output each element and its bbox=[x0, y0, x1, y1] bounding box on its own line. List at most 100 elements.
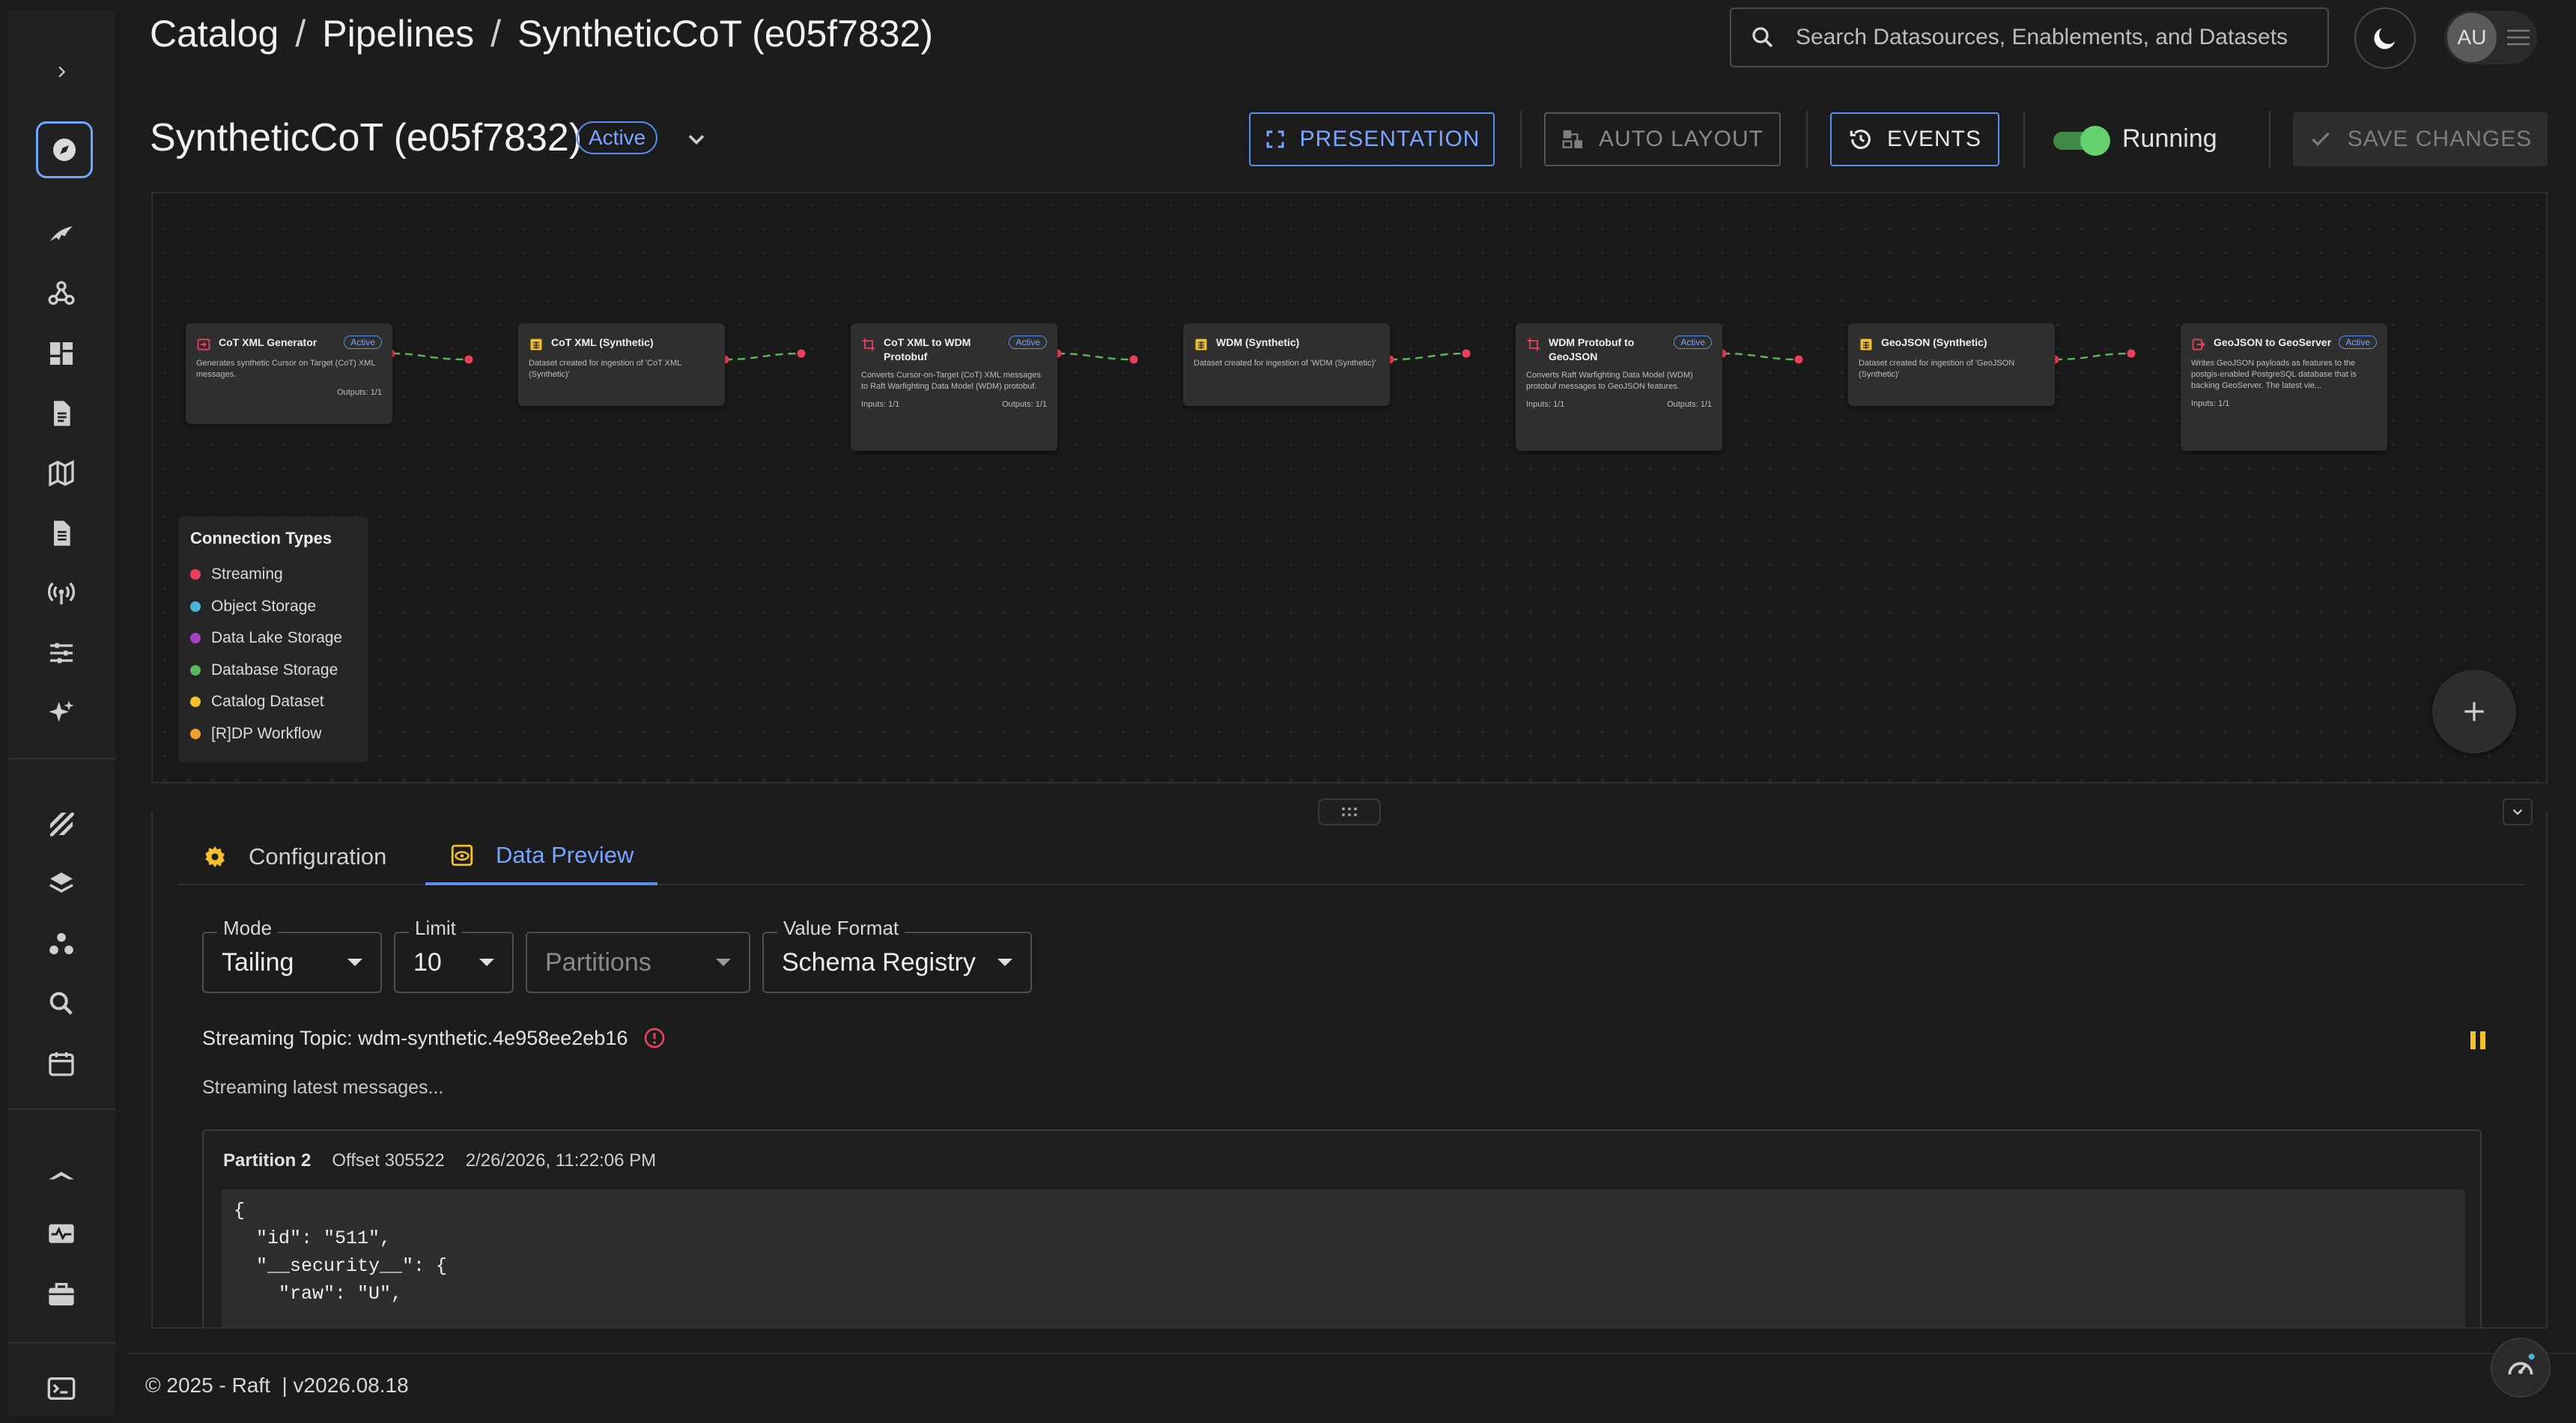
node-title: CoT XML (Synthetic) bbox=[551, 336, 654, 348]
value-format-select[interactable]: Value Format Schema Registry bbox=[762, 917, 1032, 993]
edge-streaming bbox=[1389, 352, 1465, 361]
running-toggle[interactable] bbox=[2053, 126, 2110, 156]
sidebar-item-monitoring[interactable] bbox=[40, 1213, 82, 1255]
fullscreen-icon bbox=[1266, 130, 1284, 148]
pipeline-node[interactable]: WDM Protobuf to GeoJSON Active Converts … bbox=[1516, 324, 1722, 451]
sidebar-item-wing[interactable] bbox=[40, 213, 82, 255]
node-header: CoT XML Generator Active bbox=[196, 336, 382, 352]
legend-title: Connection Types bbox=[190, 529, 332, 547]
add-node-button[interactable] bbox=[2432, 670, 2516, 753]
pipeline-node[interactable]: CoT XML to WDM Protobuf Active Converts … bbox=[851, 324, 1057, 451]
node-title: WDM (Synthetic) bbox=[1216, 336, 1300, 348]
sidebar-item-tent[interactable] bbox=[40, 1153, 82, 1195]
sidebar-item-ai[interactable] bbox=[40, 692, 82, 734]
sidebar-item-maps[interactable] bbox=[40, 452, 82, 494]
node-outputs: Outputs: 1/1 bbox=[337, 388, 382, 397]
node-header: WDM (Synthetic) bbox=[1194, 336, 1379, 352]
sidebar-item-catalog[interactable] bbox=[36, 121, 93, 178]
monitor-pulse-icon bbox=[49, 1224, 74, 1243]
global-search[interactable] bbox=[1730, 7, 2329, 67]
connection-edges bbox=[386, 349, 2136, 364]
toolbar-divider bbox=[1806, 111, 1808, 168]
layers-icon bbox=[49, 873, 73, 893]
sidebar-item-search[interactable] bbox=[40, 983, 82, 1025]
page-title: SyntheticCoT (e05f7832) bbox=[150, 116, 583, 160]
speedometer-icon bbox=[2508, 1353, 2535, 1375]
panel-resize-handle[interactable] bbox=[1318, 798, 1381, 825]
node-title: GeoJSON to GeoServer bbox=[2214, 336, 2332, 348]
limit-select[interactable]: Limit 10 bbox=[394, 917, 514, 993]
expand-sidebar-button[interactable] bbox=[46, 57, 76, 87]
sidebar-item-webhooks[interactable] bbox=[40, 273, 82, 315]
sidebar-item-settings[interactable] bbox=[40, 632, 82, 674]
node-description: Generates synthetic Cursor on Target (Co… bbox=[196, 359, 376, 379]
auto-layout-button[interactable]: AUTO LAYOUT bbox=[1544, 112, 1781, 166]
streaming-topic: Streaming Topic: wdm-synthetic.4e958ee2e… bbox=[202, 1026, 666, 1050]
node-title: CoT XML Generator bbox=[219, 336, 318, 348]
sidebar-item-terminal[interactable] bbox=[40, 1368, 82, 1410]
pipeline-node[interactable]: GeoJSON (Synthetic) Dataset created for … bbox=[1848, 324, 2055, 406]
wing-icon bbox=[50, 226, 73, 241]
toolbar-divider bbox=[2269, 111, 2270, 168]
sidebar-item-work[interactable] bbox=[40, 1273, 82, 1315]
chevron-right-icon bbox=[58, 66, 66, 78]
broadcast-icon bbox=[47, 582, 76, 604]
tab-data-preview[interactable]: Data Preview bbox=[425, 828, 658, 885]
menu-icon bbox=[2507, 29, 2530, 46]
pipeline-node[interactable]: WDM (Synthetic) Dataset created for inge… bbox=[1183, 324, 1390, 406]
pipeline-canvas[interactable]: CoT XML Generator Active Generates synth… bbox=[151, 192, 2548, 783]
port-in bbox=[797, 349, 806, 358]
sidebar-item-stripes[interactable] bbox=[40, 803, 82, 845]
compass-icon bbox=[53, 139, 76, 161]
pause-stream-button[interactable] bbox=[2468, 1029, 2488, 1052]
tent-icon bbox=[49, 1171, 74, 1180]
pipeline-node[interactable]: GeoJSON to GeoServer Active Writes GeoJS… bbox=[2181, 324, 2387, 451]
caret-down-icon bbox=[347, 959, 362, 966]
legend-label: [R]DP Workflow bbox=[211, 724, 322, 742]
partitions-placeholder: Partitions bbox=[545, 947, 651, 977]
presentation-button[interactable]: PRESENTATION bbox=[1249, 112, 1495, 166]
breadcrumb-catalog[interactable]: Catalog bbox=[150, 12, 279, 55]
node-header: CoT XML (Synthetic) bbox=[529, 336, 714, 352]
legend-dot bbox=[190, 601, 201, 612]
auto-layout-label: AUTO LAYOUT bbox=[1599, 127, 1764, 151]
caret-down-icon bbox=[997, 959, 1012, 966]
theme-toggle-button[interactable] bbox=[2354, 7, 2416, 69]
dataset-icon bbox=[1860, 339, 1872, 351]
sidebar-item-layers[interactable] bbox=[40, 863, 82, 905]
events-button[interactable]: EVENTS bbox=[1830, 112, 1999, 166]
mode-value: Tailing bbox=[222, 947, 294, 977]
pipeline-menu-button[interactable] bbox=[683, 126, 710, 153]
sidebar-item-documents[interactable] bbox=[40, 392, 82, 434]
history-icon bbox=[1850, 130, 1871, 149]
chevron-down-icon bbox=[688, 135, 705, 145]
breadcrumb-pipelines[interactable]: Pipelines bbox=[322, 12, 474, 55]
collapse-panel-button[interactable] bbox=[2503, 798, 2533, 825]
tab-data-preview-label: Data Preview bbox=[496, 842, 634, 868]
sidebar-item-broadcast[interactable] bbox=[40, 572, 82, 614]
search-input[interactable] bbox=[1796, 25, 2320, 50]
plus-icon bbox=[2464, 702, 2484, 721]
edge-streaming bbox=[1057, 352, 1134, 361]
breadcrumb-current: SyntheticCoT (e05f7832) bbox=[517, 13, 934, 55]
sidebar-item-nodes[interactable] bbox=[40, 923, 82, 965]
sidebar-item-calendar[interactable] bbox=[40, 1043, 82, 1084]
message-partition: Partition 2 bbox=[223, 1150, 312, 1171]
error-icon[interactable] bbox=[643, 1026, 666, 1050]
legend-item-catalog-dataset: Catalog Dataset bbox=[190, 686, 356, 718]
events-label: EVENTS bbox=[1886, 127, 1982, 151]
pipeline-node[interactable]: CoT XML Generator Active Generates synth… bbox=[186, 324, 392, 424]
save-changes-button[interactable]: SAVE CHANGES bbox=[2293, 112, 2548, 166]
partitions-select[interactable]: Partitions bbox=[526, 932, 750, 993]
node-inputs: Inputs: 1/1 bbox=[1526, 400, 1565, 409]
port-in bbox=[464, 355, 473, 364]
performance-button[interactable] bbox=[2491, 1338, 2551, 1398]
mode-select[interactable]: Mode Tailing bbox=[202, 917, 382, 993]
user-menu[interactable]: AU bbox=[2444, 10, 2537, 64]
tab-configuration[interactable]: Configuration bbox=[178, 828, 410, 885]
sidebar-item-dashboards[interactable] bbox=[40, 333, 82, 374]
node-description: Converts Raft Warfighting Data Model (WD… bbox=[1526, 371, 1693, 391]
file-icon bbox=[54, 521, 70, 546]
pipeline-node[interactable]: CoT XML (Synthetic) Dataset created for … bbox=[518, 324, 725, 406]
sidebar-item-files[interactable] bbox=[40, 512, 82, 554]
